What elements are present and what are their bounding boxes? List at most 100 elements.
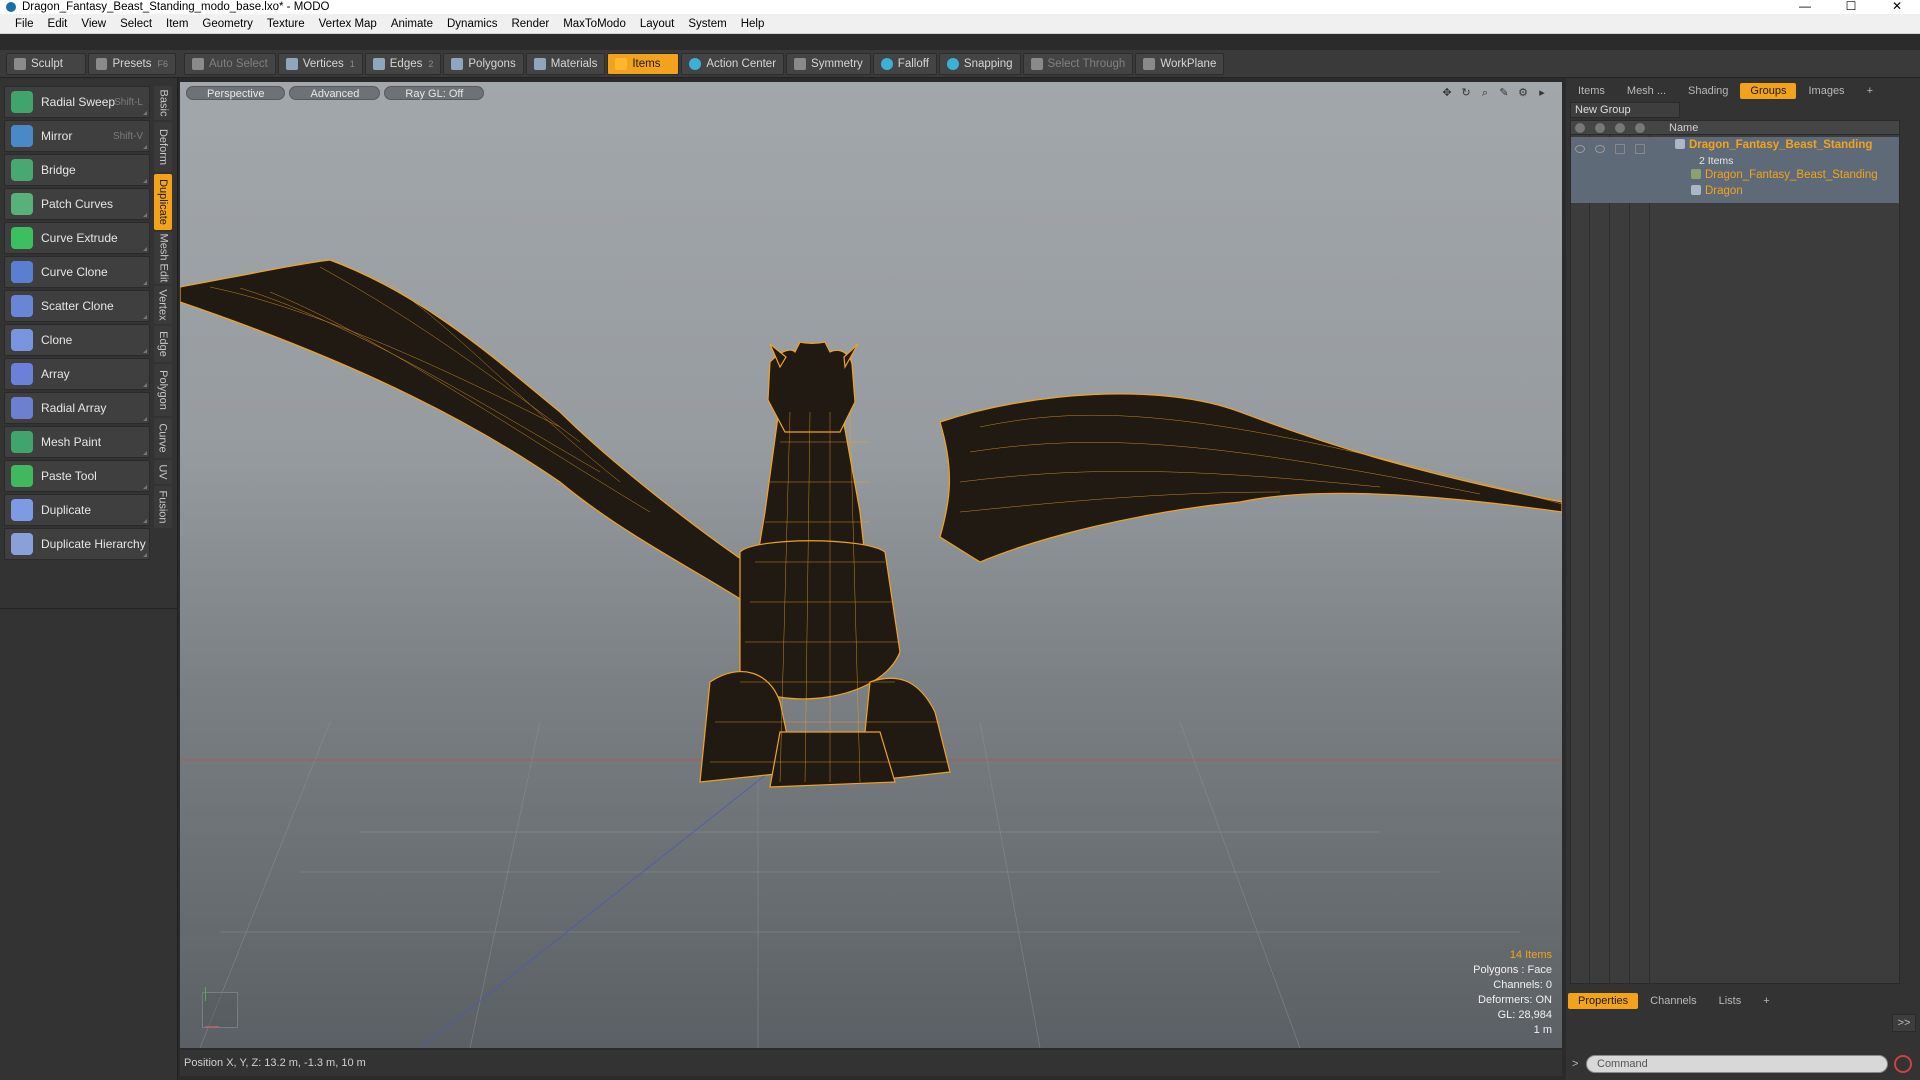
tab-duplicate[interactable]: Duplicate [154, 174, 172, 230]
tab-items[interactable]: Items [1568, 83, 1615, 99]
tab-edge[interactable]: Edge [154, 326, 172, 362]
tab-basic[interactable]: Basic [154, 86, 172, 120]
expand-button[interactable]: >> [1892, 1014, 1916, 1032]
action-center-button[interactable]: Action Center [681, 52, 785, 75]
menu-geometry[interactable]: Geometry [195, 14, 260, 34]
tool-radial-sweep[interactable]: Radial Sweep Shift-L [4, 86, 150, 118]
select-through-button[interactable]: Select Through [1022, 52, 1134, 75]
visibility-header-icon[interactable] [1575, 123, 1585, 133]
main-toolbar: Sculpt Presets F6 Auto Select Vertices 1 E… [0, 50, 1920, 78]
tool-scatter-clone[interactable]: Scatter Clone [4, 290, 150, 322]
mirror-icon [11, 125, 33, 147]
rotate-view-icon[interactable]: ↻ [1458, 86, 1474, 100]
tool-curve-extrude[interactable]: Curve Extrude [4, 222, 150, 254]
select-header-icon[interactable] [1635, 123, 1645, 133]
menu-system[interactable]: System [681, 14, 733, 34]
presets-button[interactable]: Presets F6 [88, 52, 176, 75]
tab-add[interactable]: + [1857, 83, 1883, 99]
scatter-clone-icon [11, 295, 33, 317]
tool-array[interactable]: Array [4, 358, 150, 390]
tab-fusion[interactable]: Fusion [154, 486, 172, 528]
close-button[interactable]: ✕ [1874, 0, 1920, 14]
tool-mesh-paint[interactable]: Mesh Paint [4, 426, 150, 458]
command-input[interactable] [1586, 1055, 1888, 1073]
x-axis-icon [205, 1026, 219, 1027]
viewport-tab-perspective[interactable]: Perspective [186, 86, 286, 100]
snapping-button[interactable]: Snapping [938, 52, 1021, 75]
menu-maxtomodo[interactable]: MaxToModo [556, 14, 633, 34]
tab-lists[interactable]: Lists [1709, 993, 1752, 1009]
record-macro-icon[interactable] [1894, 1055, 1912, 1073]
tab-mesh-[interactable]: Mesh ... [1617, 83, 1676, 99]
tool-clone[interactable]: Clone [4, 324, 150, 356]
tab-mesh-edit[interactable]: Mesh Edit [154, 232, 172, 284]
menu-bar: File Edit View Select Item Geometry Texture Ver… [0, 14, 1920, 34]
tab-groups[interactable]: Groups [1740, 83, 1797, 99]
tool-duplicate[interactable]: Duplicate [4, 494, 150, 526]
menu-view[interactable]: View [74, 14, 113, 34]
render-header-icon[interactable] [1595, 123, 1605, 133]
expand-icon[interactable]: ▸ [1534, 86, 1550, 100]
tool-mirror[interactable]: Mirror Shift-V [4, 120, 150, 152]
tab-uv[interactable]: UV [154, 460, 172, 484]
tab-label: Basic [157, 89, 169, 117]
select-checkbox[interactable] [1635, 144, 1645, 154]
polygons-mode-button[interactable]: Polygons [443, 52, 524, 75]
tool-bridge[interactable]: Bridge [4, 154, 150, 186]
locator-icon [1691, 169, 1701, 179]
render-icon[interactable] [1595, 145, 1605, 153]
tab-properties[interactable]: Properties [1568, 993, 1639, 1009]
tab-images[interactable]: Images [1798, 83, 1854, 99]
3d-viewport[interactable]: Perspective Advanced Ray GL: Off ✥ ↻ ⌕ ✎ ⚙ ▸ 14… [180, 82, 1562, 1048]
lock-header-icon[interactable] [1615, 123, 1625, 133]
tab-channels[interactable]: Channels [1640, 993, 1706, 1009]
workplane-button[interactable]: WorkPlane [1135, 52, 1225, 75]
symmetry-button[interactable]: Symmetry [786, 52, 871, 75]
vertices-mode-button[interactable]: Vertices 1 [277, 52, 363, 75]
group-child-row[interactable]: Dragon_Fantasy_Beast_Standing [1691, 169, 1878, 181]
menu-help[interactable]: Help [734, 14, 772, 34]
materials-mode-button[interactable]: Materials [525, 52, 606, 75]
minimize-button[interactable]: — [1782, 0, 1828, 14]
tab-add[interactable]: + [1753, 993, 1779, 1009]
tab-shading[interactable]: Shading [1678, 83, 1738, 99]
tab-deform[interactable]: Deform [154, 122, 172, 172]
tool-radial-array[interactable]: Radial Array [4, 392, 150, 424]
maximize-button[interactable]: ☐ [1828, 0, 1874, 14]
menu-dynamics[interactable]: Dynamics [440, 14, 504, 34]
eye-icon[interactable] [1575, 145, 1585, 153]
tool-paste-tool[interactable]: Paste Tool [4, 460, 150, 492]
menu-layout[interactable]: Layout [633, 14, 682, 34]
settings-icon[interactable]: ⚙ [1515, 86, 1531, 100]
new-group-button[interactable]: New Group [1570, 102, 1680, 118]
group-row[interactable]: Dragon_Fantasy_Beast_Standing [1675, 139, 1872, 151]
tool-duplicate-hierarchy[interactable]: Duplicate Hierarchy [4, 528, 150, 560]
auto-select-button[interactable]: Auto Select [184, 52, 276, 75]
menu-texture[interactable]: Texture [260, 14, 312, 34]
falloff-button[interactable]: Falloff [872, 52, 937, 75]
group-child-row[interactable]: Dragon [1691, 185, 1743, 197]
name-column-header[interactable]: Name [1669, 121, 1698, 135]
menu-item[interactable]: Item [159, 14, 195, 34]
menu-render[interactable]: Render [504, 14, 556, 34]
lock-checkbox[interactable] [1615, 144, 1625, 154]
menu-edit[interactable]: Edit [41, 14, 75, 34]
edges-mode-button[interactable]: Edges 2 [364, 52, 442, 75]
viewport-tab-advanced[interactable]: Advanced [289, 86, 381, 100]
menu-select[interactable]: Select [113, 14, 159, 34]
menu-file[interactable]: File [8, 14, 41, 34]
menu-vertex-map[interactable]: Vertex Map [312, 14, 384, 34]
channels-stat: Channels: 0 [1493, 979, 1552, 991]
zoom-view-icon[interactable]: ⌕ [1477, 86, 1493, 100]
tab-curve[interactable]: Curve [154, 418, 172, 458]
tool-curve-clone[interactable]: Curve Clone [4, 256, 150, 288]
sculpt-button[interactable]: Sculpt [6, 52, 86, 75]
items-mode-button[interactable]: Items [607, 52, 680, 75]
tab-vertex[interactable]: Vertex [154, 286, 172, 324]
menu-animate[interactable]: Animate [384, 14, 440, 34]
edit-view-icon[interactable]: ✎ [1496, 86, 1512, 100]
move-view-icon[interactable]: ✥ [1439, 86, 1455, 100]
tool-patch-curves[interactable]: Patch Curves [4, 188, 150, 220]
tab-polygon[interactable]: Polygon [154, 364, 172, 416]
viewport-tab-ray-gl-off[interactable]: Ray GL: Off [384, 86, 485, 100]
